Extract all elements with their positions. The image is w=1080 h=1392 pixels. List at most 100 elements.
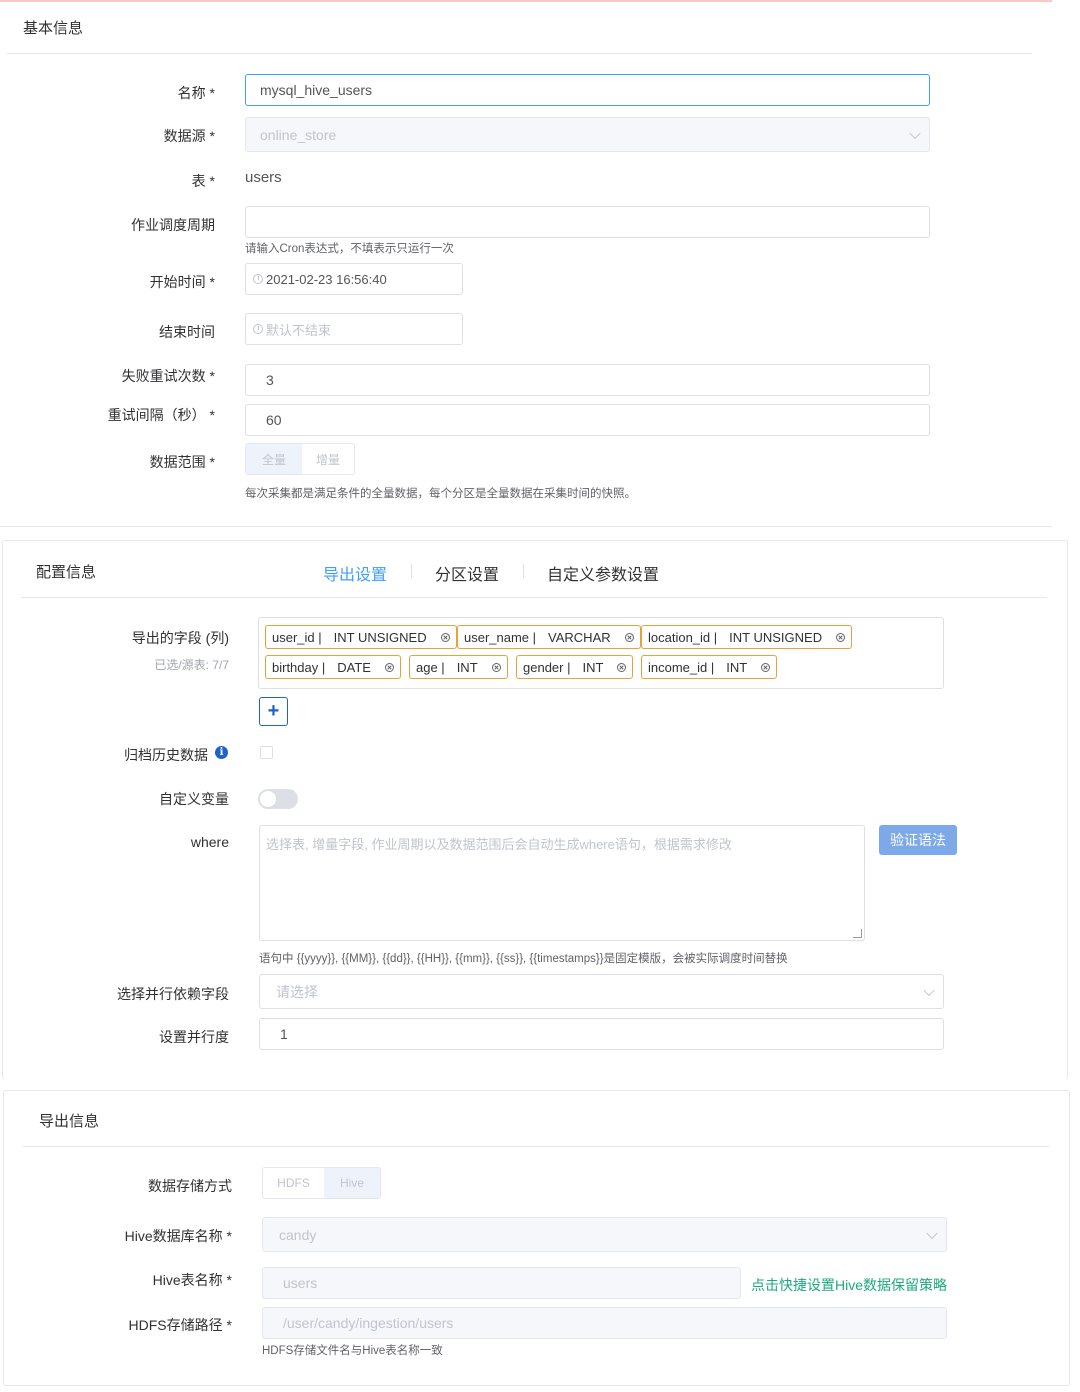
hive-table-input[interactable]: users [262, 1267, 741, 1299]
archive-history-checkbox[interactable] [260, 746, 273, 759]
custom-variable-label: 自定义变量 [159, 791, 229, 807]
field-name: income_id | [648, 659, 715, 675]
hive-db-label: Hive数据库名称 [125, 1226, 232, 1246]
parallelism-value: 1 [280, 1026, 288, 1042]
retry-value: 3 [266, 372, 274, 388]
end-time-placeholder: 默认不结束 [266, 322, 332, 338]
name-input-value: mysql_hive_users [260, 82, 373, 98]
field-tag[interactable]: age | INT [409, 655, 508, 679]
field-name: age | [416, 659, 445, 675]
remove-tag-icon[interactable] [617, 662, 627, 672]
retry-interval-input[interactable]: 60 [245, 404, 930, 436]
export-fields-label: 导出的字段 (列) [131, 630, 229, 646]
field-tag[interactable]: gender | INT [516, 655, 634, 679]
parallelism-input[interactable]: 1 [259, 1018, 944, 1050]
field-type: VARCHAR [548, 629, 611, 645]
hdfs-path-label: HDFS存储路径 [129, 1315, 232, 1335]
start-time-value: 2021-02-23 16:56:40 [266, 271, 387, 287]
hive-retention-link[interactable]: 点击快捷设置Hive数据保留策略 [751, 1275, 947, 1295]
where-hint: 语句中 {{yyyy}}, {{MM}}, {{dd}}, {{HH}}, {{… [259, 953, 788, 965]
range-option-full[interactable]: 全量 [246, 444, 302, 474]
field-name: location_id | [648, 629, 718, 645]
resize-handle-icon[interactable] [853, 929, 862, 938]
clock-icon [253, 274, 263, 284]
field-tag[interactable]: birthday | DATE [265, 655, 401, 679]
parallel-field-select[interactable]: 请选择 [259, 974, 944, 1009]
remove-tag-icon[interactable] [491, 662, 501, 672]
range-option-incremental[interactable]: 增量 [302, 444, 354, 474]
table-label: 表 [192, 171, 215, 191]
config-divider [21, 597, 1047, 598]
parallel-field-placeholder: 请选择 [276, 983, 318, 1000]
remove-tag-icon[interactable] [761, 662, 771, 672]
start-time-label: 开始时间 [150, 272, 215, 292]
hive-table-value: users [283, 1275, 318, 1291]
field-tag[interactable]: location_id | INT UNSIGNED [641, 625, 853, 649]
basic-section-title: 基本信息 [23, 20, 84, 37]
where-label: where [190, 834, 229, 850]
field-type: INT UNSIGNED [333, 629, 427, 645]
clock-icon [253, 324, 263, 334]
archive-history-label: 归档历史数据 [124, 747, 208, 763]
data-range-label: 数据范围 [150, 452, 215, 472]
retry-input[interactable]: 3 [245, 364, 930, 396]
storage-method-label: 数据存储方式 [148, 1178, 232, 1194]
hdfs-path-hint: HDFS存储文件名与Hive表名称一致 [262, 1345, 443, 1357]
tab-partition-settings[interactable]: 分区设置 [435, 561, 499, 585]
remove-tag-icon[interactable] [836, 632, 846, 642]
field-name: user_id | [272, 629, 322, 645]
info-icon[interactable]: i [215, 746, 228, 759]
hdfs-path-value: /user/candy/ingestion/users [283, 1315, 454, 1331]
source-label: 数据源 [164, 126, 215, 146]
storage-option-hive[interactable]: Hive [324, 1168, 380, 1198]
field-type: INT [726, 659, 748, 675]
schedule-hint: 请输入Cron表达式，不填表示只运行一次 [245, 243, 454, 255]
name-label: 名称 [178, 83, 215, 103]
remove-tag-icon[interactable] [624, 632, 634, 642]
schedule-input[interactable] [245, 206, 930, 238]
field-tag[interactable]: income_id | INT [641, 655, 778, 679]
parallel-field-label: 选择并行依赖字段 [117, 986, 229, 1002]
config-section-title: 配置信息 [36, 564, 97, 581]
hive-db-select[interactable]: candy [262, 1217, 947, 1252]
top-accent-bar [0, 0, 1052, 2]
tab-separator [523, 564, 524, 578]
hdfs-path-input[interactable]: /user/candy/ingestion/users [262, 1307, 947, 1339]
remove-tag-icon[interactable] [440, 632, 450, 642]
end-time-picker[interactable]: 默认不结束 [245, 313, 463, 345]
tab-export-settings[interactable]: 导出设置 [323, 561, 387, 585]
schedule-label: 作业调度周期 [131, 217, 215, 233]
source-select[interactable]: online_store [245, 117, 930, 152]
retry-interval-label: 重试间隔（秒） [108, 405, 215, 425]
hive-table-label: Hive表名称 [153, 1270, 232, 1290]
section-separator [0, 526, 1052, 527]
data-range-toggle[interactable]: 全量 增量 [245, 443, 355, 475]
basic-divider [7, 53, 1032, 54]
tab-separator [411, 564, 412, 578]
field-type: INT [456, 659, 478, 675]
field-type: INT [582, 659, 604, 675]
field-type: INT UNSIGNED [729, 629, 823, 645]
export-divider [23, 1146, 1049, 1147]
storage-method-toggle[interactable]: HDFS Hive [262, 1167, 381, 1199]
export-fields-box[interactable]: user_id | INT UNSIGNED user_name | VARCH… [258, 617, 944, 689]
verify-syntax-button[interactable]: 验证语法 [879, 825, 957, 855]
chevron-down-icon [923, 984, 935, 996]
where-textarea[interactable]: 选择表, 增量字段, 作业周期以及数据范围后会自动生成where语句，根据需求修… [259, 825, 865, 941]
field-tag[interactable]: user_name | VARCHAR [457, 625, 641, 649]
table-value: users [245, 169, 282, 186]
export-section-title: 导出信息 [39, 1113, 100, 1130]
field-type: DATE [337, 659, 371, 675]
tab-custom-params[interactable]: 自定义参数设置 [547, 561, 659, 585]
chevron-down-icon [909, 127, 921, 139]
name-input[interactable]: mysql_hive_users [245, 74, 930, 106]
storage-option-hdfs[interactable]: HDFS [263, 1168, 324, 1198]
data-range-hint: 每次采集都是满足条件的全量数据，每个分区是全量数据在采集时间的快照。 [245, 488, 636, 500]
field-tag[interactable]: user_id | INT UNSIGNED [265, 625, 457, 649]
add-field-button[interactable]: + [259, 697, 288, 726]
custom-variable-switch[interactable] [258, 789, 298, 809]
source-select-value: online_store [260, 126, 337, 143]
remove-tag-icon[interactable] [384, 662, 394, 672]
field-name: birthday | [272, 659, 326, 675]
start-time-picker[interactable]: 2021-02-23 16:56:40 [245, 263, 463, 295]
